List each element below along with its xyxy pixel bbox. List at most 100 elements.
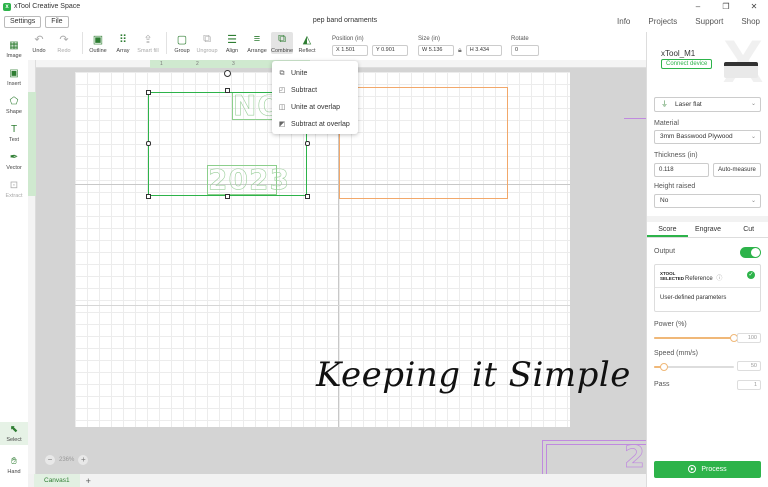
menu-row: pep band ornaments Settings File Info Pr…: [0, 14, 768, 30]
toolbar-divider: [82, 32, 83, 54]
output-toggle[interactable]: [740, 247, 761, 258]
support-link[interactable]: Support: [695, 17, 723, 26]
height-raised-select[interactable]: No ⌄: [654, 194, 761, 208]
outline-button[interactable]: ▣ Outline: [87, 32, 109, 55]
menu-item-subtract-at-overlap[interactable]: ◩ Subtract at overlap: [272, 116, 358, 133]
lock-ratio-icon[interactable]: 🔒︎: [458, 45, 462, 56]
param-divider: [655, 287, 760, 288]
select-tool[interactable]: ⬉ Select: [0, 422, 28, 445]
resize-handle-right[interactable]: [305, 141, 310, 146]
info-icon[interactable]: ⓘ: [716, 276, 722, 282]
maximize-icon[interactable]: ❐: [712, 0, 740, 13]
auto-measure-button[interactable]: Auto-measure: [713, 163, 761, 177]
resize-handle-bottom-right[interactable]: [305, 194, 310, 199]
tab-cut[interactable]: Cut: [728, 222, 768, 237]
image-icon: ▦: [9, 40, 19, 51]
power-slider[interactable]: [654, 334, 738, 342]
pass-input[interactable]: 1: [737, 380, 761, 390]
text-tool[interactable]: T Text: [0, 124, 28, 143]
reflect-icon: ◭: [302, 33, 312, 46]
minimize-icon[interactable]: –: [684, 0, 712, 13]
projects-link[interactable]: Projects: [648, 17, 677, 26]
extract-tool[interactable]: ⊡ Extract: [0, 180, 28, 199]
resize-handle-top[interactable]: [225, 88, 230, 93]
resize-handle-bottom-left[interactable]: [146, 194, 151, 199]
array-icon: ⠿: [118, 33, 128, 46]
resize-handle-left[interactable]: [146, 141, 151, 146]
document-title: pep band ornaments: [312, 17, 378, 24]
app-title: xTool Creative Space: [14, 3, 81, 10]
hand-icon: ✋︎: [11, 456, 17, 467]
check-icon: ✓: [747, 271, 755, 279]
zoom-out-button[interactable]: −: [45, 455, 55, 465]
canvas-tabs: Canvas1 +: [28, 474, 646, 487]
combine-dropdown: ⧉ Unite ◰ Subtract ◫ Unite at overlap ◩ …: [272, 61, 358, 134]
position-y-input[interactable]: Y 0.901: [372, 45, 408, 56]
guide-line: [75, 305, 570, 306]
connect-device-button[interactable]: Connect device: [661, 59, 713, 69]
process-button[interactable]: ▶ Process: [654, 461, 761, 478]
parameter-preset[interactable]: XTOOL SELECTED Reference ⓘ ✓ User-define…: [654, 264, 761, 312]
info-link[interactable]: Info: [617, 17, 630, 26]
tab-score[interactable]: Score: [647, 222, 688, 237]
speed-input[interactable]: 50: [737, 361, 761, 371]
title-bar: x xTool Creative Space – ❐ ✕: [0, 0, 768, 13]
material-select[interactable]: 3mm Basswood Plywood ⌄: [654, 130, 761, 144]
reference-label: Reference ⓘ: [685, 276, 723, 282]
mode-select[interactable]: ⏚ Laser flat ⌄: [654, 97, 761, 112]
reflect-button[interactable]: ◭ Reflect: [296, 32, 318, 55]
hand-tool[interactable]: ✋︎ Hand: [0, 456, 28, 475]
rotate-handle-icon[interactable]: [224, 70, 231, 77]
menu-item-subtract[interactable]: ◰ Subtract: [272, 82, 358, 99]
zoom-in-button[interactable]: +: [78, 455, 89, 465]
unite-icon: ⧉: [279, 69, 285, 77]
shape-tool[interactable]: ⬠ Shape: [0, 96, 28, 115]
ungroup-button[interactable]: ⧉ Ungroup: [196, 32, 218, 55]
speed-slider-knob[interactable]: [660, 363, 668, 371]
left-toolbar: ▦ Image ▣ Insert ⬠ Shape T Text ✒ Vector…: [0, 36, 28, 487]
group-icon: ▢: [176, 33, 188, 46]
redo-button[interactable]: ↷ Redo: [53, 32, 75, 55]
chevron-down-icon: ⌄: [750, 134, 756, 140]
rotate-input[interactable]: 0: [511, 45, 539, 56]
close-icon[interactable]: ✕: [740, 0, 768, 13]
text-icon: T: [10, 124, 18, 135]
resize-handle-bottom[interactable]: [225, 194, 230, 199]
tab-engrave[interactable]: Engrave: [688, 222, 729, 237]
ruler-mark: 2: [196, 61, 199, 67]
align-button[interactable]: ☰ Align: [221, 32, 243, 55]
subtract-overlap-icon: ◩: [278, 120, 286, 128]
smart-fill-button[interactable]: ⇪ Smart fill: [137, 32, 159, 55]
vector-tool[interactable]: ✒ Vector: [0, 152, 28, 171]
image-tool[interactable]: ▦ Image: [0, 40, 28, 59]
ruler-left-highlight: [28, 92, 36, 196]
device-image: [724, 62, 758, 78]
thickness-input[interactable]: 0.118: [654, 163, 709, 177]
position-x-input[interactable]: X 1.501: [332, 45, 368, 56]
tab-canvas1[interactable]: Canvas1: [34, 474, 80, 487]
menu-item-unite-at-overlap[interactable]: ◫ Unite at overlap: [272, 99, 358, 116]
size-group: Size (in) W 5.136 🔒︎ H 3.434: [418, 36, 502, 56]
play-icon: ▶: [688, 465, 697, 474]
undo-button[interactable]: ↶ Undo: [28, 32, 50, 55]
shop-link[interactable]: Shop: [741, 17, 760, 26]
power-input[interactable]: 100: [737, 333, 761, 343]
speed-slider[interactable]: [654, 363, 734, 371]
array-button[interactable]: ⠿ Array: [112, 32, 134, 55]
arrange-button[interactable]: ≡ Arrange: [246, 32, 268, 54]
combine-button[interactable]: ⧉ Combine: [271, 32, 293, 54]
laser-icon: ⏚: [661, 101, 668, 108]
insert-tool[interactable]: ▣ Insert: [0, 68, 28, 87]
rotate-group: Rotate 0: [511, 36, 539, 56]
size-h-input[interactable]: H 3.434: [465, 45, 502, 56]
offscreen-object-text: 2: [624, 440, 646, 476]
menu-item-unite[interactable]: ⧉ Unite: [272, 65, 358, 82]
group-button[interactable]: ▢ Group: [171, 32, 193, 55]
add-canvas-button[interactable]: +: [86, 476, 91, 486]
resize-handle-top-left[interactable]: [146, 90, 151, 95]
handwritten-caption: Keeping it Simple: [316, 355, 631, 395]
pass-label: Pass: [654, 381, 670, 388]
orange-outline-object[interactable]: [339, 87, 508, 199]
power-label: Power (%): [654, 321, 687, 328]
size-w-input[interactable]: W 5.136: [418, 45, 454, 56]
